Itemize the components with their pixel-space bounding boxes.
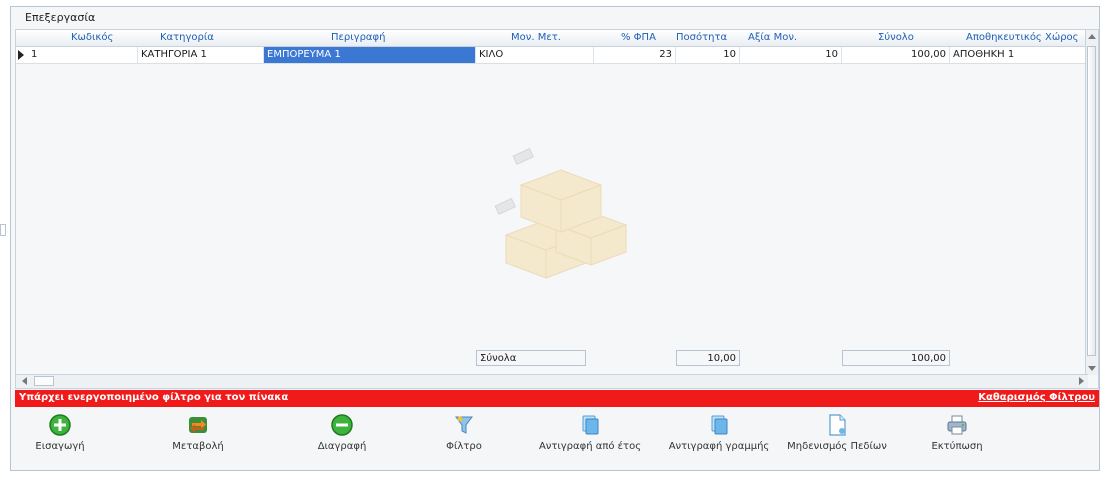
totals-label: Σύνολα	[476, 350, 586, 366]
copy-row-button[interactable]: Αντιγραφή γραμμής	[657, 409, 781, 465]
filter-button[interactable]: Φίλτρο	[439, 409, 489, 465]
col-header-quantity[interactable]: Ποσότητα	[676, 32, 727, 43]
cell-description[interactable]: ΕΜΠΟΡΕΥΜΑ 1	[264, 47, 476, 63]
vertical-scrollbar[interactable]	[1085, 30, 1098, 375]
cell-category[interactable]: ΚΑΤΗΓΟΡΙΑ 1	[138, 47, 264, 63]
section-title: Επεξεργασία	[25, 11, 96, 24]
col-header-code[interactable]: Κωδικός	[71, 32, 113, 43]
blank-document-icon	[829, 414, 846, 436]
printer-icon	[947, 415, 967, 435]
edit-panel: Επεξεργασία Κωδικός Κατηγορία Περιγραφή …	[10, 6, 1100, 471]
active-filter-banner: Υπάρχει ενεργοποιημένο φίλτρο για τον πί…	[15, 390, 1099, 407]
col-header-storage[interactable]: Αποθηκευτικός Χώρος	[966, 32, 1079, 43]
insert-button[interactable]: Εισαγωγή	[25, 409, 95, 465]
edit-arrows-icon	[189, 417, 207, 433]
items-grid[interactable]: Κωδικός Κατηγορία Περιγραφή Μον. Μετ. % …	[15, 29, 1099, 389]
col-header-category[interactable]: Κατηγορία	[160, 32, 214, 43]
empty-boxes-watermark-icon	[494, 147, 628, 279]
action-toolbar: Εισαγωγή Μεταβολή Διαγραφή Φίλτρο Αντιγρ…	[15, 409, 1099, 467]
minus-circle-icon	[331, 414, 353, 436]
filter-icon	[455, 416, 473, 434]
delete-button[interactable]: Διαγραφή	[307, 409, 377, 465]
delete-label: Διαγραφή	[317, 441, 367, 452]
vertical-scroll-thumb[interactable]	[1087, 46, 1096, 356]
panel-splitter-handle[interactable]	[0, 224, 6, 236]
cell-unit[interactable]: ΚΙΛΟ	[476, 47, 594, 63]
insert-label: Εισαγωγή	[35, 441, 85, 452]
edit-button[interactable]: Μεταβολή	[163, 409, 233, 465]
col-header-description[interactable]: Περιγραφή	[331, 32, 385, 43]
totals-row: Σύνολα 10,00 100,00	[16, 350, 1088, 368]
filter-label: Φίλτρο	[446, 441, 482, 452]
scroll-left-icon[interactable]	[22, 377, 27, 385]
col-header-unit-value[interactable]: Αξία Μον.	[748, 32, 797, 43]
plus-circle-icon	[49, 414, 71, 436]
table-row[interactable]: 1 ΚΑΤΗΓΟΡΙΑ 1 ΕΜΠΟΡΕΥΜΑ 1 ΚΙΛΟ 23 10 10 …	[16, 47, 1088, 64]
col-header-vat[interactable]: % ΦΠΑ	[621, 32, 656, 43]
totals-amount: 100,00	[842, 350, 950, 366]
zero-fields-label: Μηδενισμός Πεδίων	[787, 441, 887, 452]
col-header-unit[interactable]: Μον. Μετ.	[511, 32, 561, 43]
totals-quantity: 10,00	[676, 350, 740, 366]
copy-document-icon	[711, 415, 728, 435]
zero-fields-button[interactable]: Μηδενισμός Πεδίων	[781, 409, 893, 465]
col-header-total[interactable]: Σύνολο	[878, 32, 914, 43]
copy-from-year-button[interactable]: Αντιγραφή από έτος	[523, 409, 657, 465]
filter-message: Υπάρχει ενεργοποιημένο φίλτρο για τον πί…	[19, 392, 289, 403]
current-row-indicator-icon	[18, 50, 24, 60]
print-label: Εκτύπωση	[931, 441, 983, 452]
clear-filter-link[interactable]: Καθαρισμός Φίλτρου	[978, 392, 1095, 403]
print-button[interactable]: Εκτύπωση	[925, 409, 989, 465]
scroll-right-icon[interactable]	[1079, 377, 1084, 385]
cell-vat[interactable]: 23	[594, 47, 676, 63]
cell-quantity[interactable]: 10	[676, 47, 740, 63]
copy-from-year-label: Αντιγραφή από έτος	[538, 441, 642, 452]
cell-code[interactable]: 1	[28, 47, 138, 63]
copy-row-label: Αντιγραφή γραμμής	[668, 441, 770, 452]
copy-document-icon	[582, 415, 599, 435]
cell-unit-value[interactable]: 10	[740, 47, 842, 63]
edit-label: Μεταβολή	[172, 441, 224, 452]
cell-total[interactable]: 100,00	[842, 47, 950, 63]
grid-header: Κωδικός Κατηγορία Περιγραφή Μον. Μετ. % …	[16, 30, 1088, 47]
cell-storage[interactable]: ΑΠΟΘΗΚΗ 1	[950, 47, 1088, 63]
scroll-up-icon[interactable]	[1088, 34, 1096, 39]
horizontal-scrollbar[interactable]	[16, 374, 1088, 388]
horizontal-scroll-thumb[interactable]	[34, 376, 54, 386]
scroll-down-icon[interactable]	[1088, 366, 1096, 371]
